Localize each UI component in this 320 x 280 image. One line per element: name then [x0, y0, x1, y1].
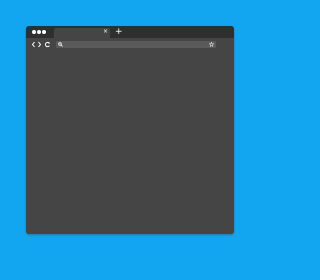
title-bar: × +: [26, 26, 234, 38]
window-dot-icon[interactable]: [42, 30, 46, 34]
chevron-right-icon: [38, 41, 42, 48]
page-background: { "colors": { "background": "#13a6f0", "…: [0, 0, 260, 280]
star-icon[interactable]: [208, 41, 215, 48]
reload-button[interactable]: [44, 40, 51, 49]
window-dot-icon[interactable]: [32, 30, 36, 34]
search-icon: [58, 42, 63, 47]
address-bar[interactable]: [56, 41, 216, 48]
close-tab-icon[interactable]: ×: [103, 27, 108, 37]
new-tab-button[interactable]: +: [115, 26, 123, 38]
reload-icon: [44, 41, 51, 48]
page-content[interactable]: [26, 52, 234, 234]
toolbar: [26, 38, 234, 58]
window-dot-icon[interactable]: [37, 30, 41, 34]
menu-icon[interactable]: [223, 43, 228, 58]
browser-window: × +: [26, 26, 234, 234]
forward-button[interactable]: [36, 40, 43, 49]
browser-tab[interactable]: ×: [54, 28, 110, 38]
